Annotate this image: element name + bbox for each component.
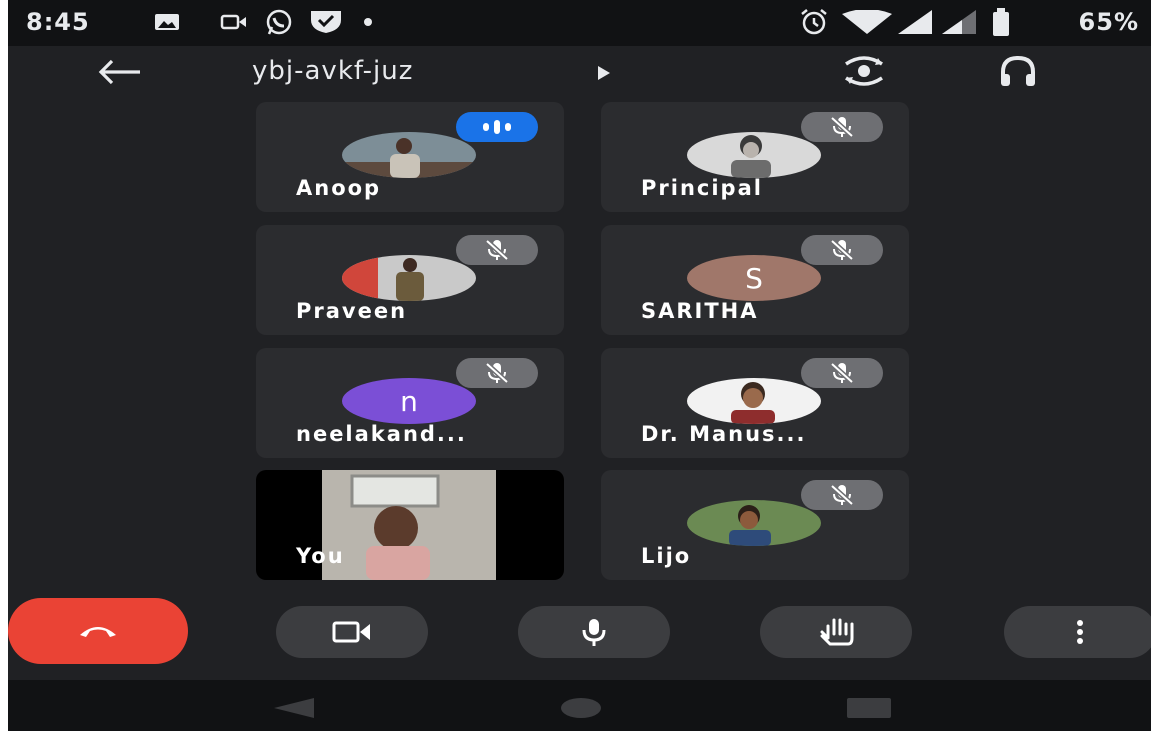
participant-tile-lijo[interactable]: Lijo <box>601 470 909 580</box>
speaking-indicator <box>456 112 538 142</box>
participant-tile-saritha[interactable]: S SARITHA <box>601 225 909 335</box>
participant-name: Principal <box>641 176 763 200</box>
participant-name: Dr. Manus... <box>641 422 807 446</box>
microphone-icon <box>582 619 606 646</box>
participant-name: SARITHA <box>641 299 759 323</box>
status-bar: 8:45 65% <box>8 0 1151 46</box>
avatar: S <box>687 255 821 301</box>
hand-icon <box>820 618 854 646</box>
more-options-button[interactable] <box>1004 606 1151 658</box>
participant-tile-praveen[interactable]: Praveen <box>256 225 564 335</box>
avatar <box>687 500 821 546</box>
dot-icon <box>364 18 372 26</box>
signal-icon <box>898 10 932 34</box>
participant-name: Anoop <box>296 176 382 200</box>
participant-tile-you[interactable]: You <box>256 470 564 580</box>
alarm-icon <box>801 9 827 35</box>
audio-level-icon <box>483 120 511 134</box>
shield-icon <box>311 11 341 33</box>
mic-off-icon <box>485 362 509 384</box>
participant-tile-anoop[interactable]: Anoop <box>256 102 564 212</box>
signal-icon <box>942 10 976 34</box>
mic-off-badge <box>801 480 883 510</box>
camera-toggle-button[interactable] <box>276 606 428 658</box>
wifi-icon <box>842 10 892 34</box>
status-time: 8:45 <box>26 8 90 36</box>
mic-off-icon <box>830 116 854 138</box>
camera-switch-icon[interactable] <box>842 54 886 88</box>
call-controls <box>8 598 1151 668</box>
mic-off-icon <box>830 484 854 506</box>
android-nav-bar <box>8 680 1151 731</box>
mic-off-badge <box>456 358 538 388</box>
nav-recents-icon[interactable] <box>846 696 892 720</box>
meet-screen: 8:45 65% ybj-avkf-juz Anoop Principal Pr… <box>8 0 1151 731</box>
raise-hand-button[interactable] <box>760 606 912 658</box>
headphones-icon[interactable] <box>998 54 1038 88</box>
participant-name: Lijo <box>641 544 692 568</box>
avatar: n <box>342 378 476 424</box>
mic-toggle-button[interactable] <box>518 606 670 658</box>
end-call-icon <box>80 627 116 637</box>
participant-tile-neelakand[interactable]: n neelakand... <box>256 348 564 458</box>
video-camera-icon <box>332 621 370 643</box>
whatsapp-icon <box>266 9 292 35</box>
participant-name: neelakand... <box>296 422 467 446</box>
battery-icon <box>993 8 1009 36</box>
end-call-button[interactable] <box>8 598 188 664</box>
mic-off-badge <box>801 112 883 142</box>
mic-off-badge <box>456 235 538 265</box>
mic-off-badge <box>801 235 883 265</box>
participant-tile-dr-manus[interactable]: Dr. Manus... <box>601 348 909 458</box>
avatar-initial: S <box>745 261 763 295</box>
avatar-initial: n <box>400 384 418 418</box>
mic-off-icon <box>830 239 854 261</box>
more-vertical-icon <box>1077 620 1083 644</box>
meeting-code[interactable]: ybj-avkf-juz <box>252 56 413 86</box>
mic-off-icon <box>485 239 509 261</box>
participant-name: Praveen <box>296 299 408 323</box>
avatar <box>342 255 476 301</box>
participant-tile-principal[interactable]: Principal <box>601 102 909 212</box>
play-right-icon[interactable] <box>596 64 612 82</box>
participant-name: You <box>296 544 345 568</box>
avatar <box>687 132 821 178</box>
image-icon <box>155 14 179 30</box>
video-icon <box>220 14 246 30</box>
arrow-left-icon[interactable] <box>96 58 144 86</box>
self-video-preview <box>322 470 496 580</box>
mic-off-badge <box>801 358 883 388</box>
nav-home-icon[interactable] <box>560 696 602 720</box>
battery-percent: 65% <box>1078 8 1139 36</box>
nav-back-icon[interactable] <box>272 696 316 720</box>
meeting-header: ybj-avkf-juz <box>8 46 1151 98</box>
mic-off-icon <box>830 362 854 384</box>
avatar <box>687 378 821 424</box>
avatar <box>342 132 476 178</box>
